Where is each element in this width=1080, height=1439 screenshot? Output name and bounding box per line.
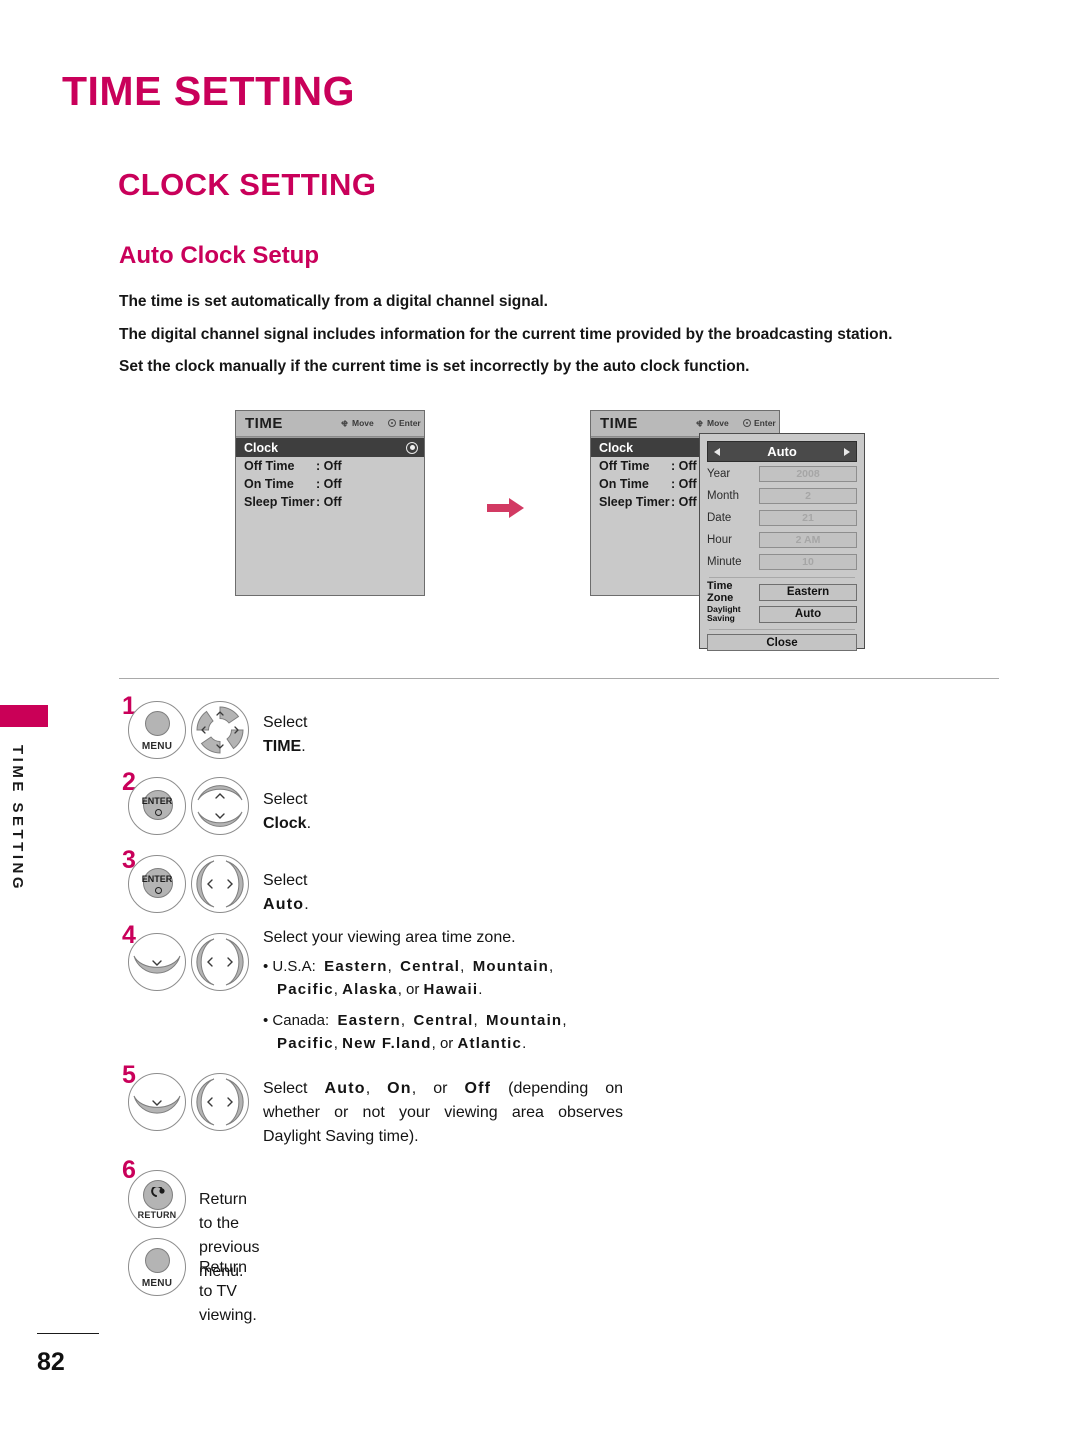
or-word: or: [406, 981, 420, 999]
page-footer-divider: [37, 1333, 99, 1334]
step-5-text: Select Auto, On, or Off (depending on wh…: [263, 1080, 624, 1145]
step-3-select-word: Select: [263, 872, 308, 889]
nav-down-icon[interactable]: [128, 1073, 186, 1131]
step-4-text: Select your viewing area time zone. • U.…: [263, 926, 663, 1055]
menu-button-cap: [145, 711, 170, 736]
return-button-label: RETURN: [137, 1210, 177, 1220]
zone-eastern: Eastern: [324, 958, 388, 975]
step-6-menu-text: Return to TV viewing.: [199, 1259, 257, 1324]
step-4-canada-label: Canada:: [272, 1011, 330, 1029]
zone-newfland: New F.land: [342, 1034, 432, 1052]
zone-alaska: Alaska: [342, 981, 398, 999]
enter-dot-icon: [155, 809, 162, 816]
step-5-select-word: Select: [263, 1080, 308, 1097]
menu-button-cap: [145, 1248, 170, 1273]
menu-button-label: MENU: [141, 741, 173, 752]
step-2-target: Clock: [263, 815, 307, 832]
zone-eastern-ca: Eastern: [337, 1011, 401, 1029]
zone-central: Central: [400, 958, 461, 975]
return-button-icon[interactable]: RETURN: [128, 1170, 186, 1228]
zone-pacific-ca: Pacific: [277, 1034, 334, 1052]
instruction-steps: 1 MENU Select TIME. 2 ENTER Select Clock…: [0, 0, 1080, 1439]
step-3-target: Auto: [263, 896, 305, 913]
nav-down-icon[interactable]: [128, 933, 186, 991]
enter-button-label: ENTER: [141, 796, 173, 806]
nav-leftright-icon[interactable]: [191, 933, 249, 991]
step-2-select-word: Select: [263, 791, 308, 808]
menu-button-icon[interactable]: MENU: [128, 1238, 186, 1296]
step-1-text: Select TIME.: [263, 714, 308, 755]
step-5-opt-auto: Auto: [324, 1080, 366, 1097]
step-4-bullet-usa: • U.S.A: Eastern, Central, Mountain, Pac…: [263, 958, 554, 999]
zone-central-ca: Central: [413, 1011, 474, 1029]
page-number: 82: [37, 1348, 65, 1376]
step-2-text: Select Clock.: [263, 791, 312, 832]
step-4-heading: Select your viewing area time zone.: [263, 929, 516, 946]
step-4-usa-label: U.S.A:: [272, 958, 316, 975]
enter-button-icon[interactable]: ENTER: [128, 855, 186, 913]
step-1-target: TIME: [263, 738, 302, 755]
step-3-text: Select Auto.: [263, 872, 309, 913]
menu-button-icon[interactable]: MENU: [128, 701, 186, 759]
zone-atlantic: Atlantic: [457, 1034, 523, 1052]
nav-leftright-icon[interactable]: [191, 855, 249, 913]
step-1-select-word: Select: [263, 714, 308, 731]
step-5-opt-on: On: [387, 1080, 412, 1097]
zone-mountain-ca: Mountain: [486, 1011, 563, 1029]
or-word-ca: or: [439, 1034, 454, 1052]
enter-button-icon[interactable]: ENTER: [128, 777, 186, 835]
step-4-bullet-canada: • Canada: Eastern, Central, Mountain, Pa…: [263, 1011, 567, 1052]
step-6-number: 6: [122, 1156, 136, 1184]
menu-button-label: MENU: [141, 1278, 173, 1289]
zone-hawaii: Hawaii: [423, 981, 479, 999]
zone-pacific: Pacific: [277, 981, 334, 999]
enter-button-label: ENTER: [141, 874, 173, 884]
enter-dot-icon: [155, 887, 162, 894]
zone-mountain: Mountain: [472, 958, 549, 975]
nav-4way-icon[interactable]: [191, 701, 249, 759]
nav-leftright-icon[interactable]: [191, 1073, 249, 1131]
step-5-opt-off: Off: [464, 1080, 492, 1097]
nav-updown-icon[interactable]: [191, 777, 249, 835]
